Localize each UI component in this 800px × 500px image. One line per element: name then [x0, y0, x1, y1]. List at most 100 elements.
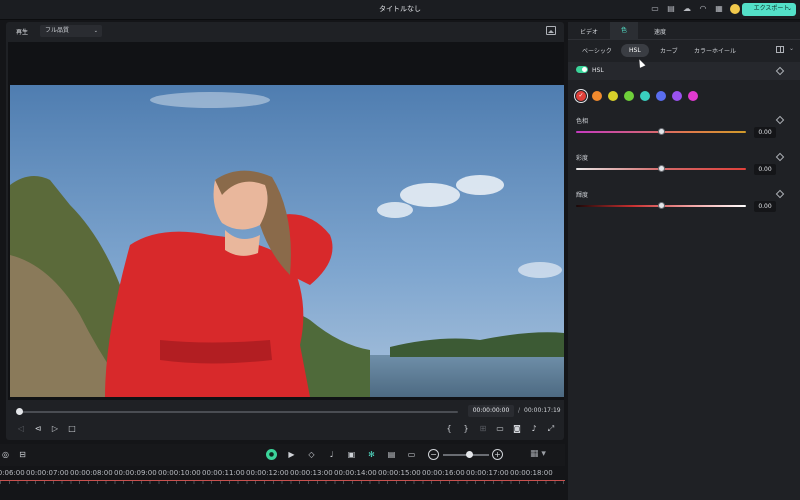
video-viewer	[8, 42, 564, 400]
luminance-value-field[interactable]: 0.00	[754, 201, 776, 212]
color-swatch[interactable]	[608, 91, 618, 101]
title-bar: タイトルなし ▭ ▤ ☁ ◠ ▦ エクスポート ⌄	[0, 0, 800, 20]
scrub-track[interactable]	[18, 411, 458, 413]
timecode-total: 00:00:17:19	[524, 407, 561, 414]
color-swatch[interactable]	[688, 91, 698, 101]
volume-icon[interactable]: ♪	[529, 424, 539, 434]
timecode-current: 00:00:00:00	[468, 405, 514, 417]
saturation-slider-handle[interactable]	[657, 165, 665, 172]
ruler-tick-label: 00:00:15:00	[378, 469, 421, 477]
effects-icon[interactable]: ✻	[366, 449, 377, 460]
inspector-tabs: ビデオ 色 速度	[568, 22, 800, 40]
export-button-label: エクスポート	[753, 6, 790, 12]
fullscreen-icon[interactable]: ⤢	[546, 424, 556, 434]
subtab-curves[interactable]: カーブ	[660, 46, 678, 55]
chevron-down-icon: ⌄	[786, 6, 792, 12]
ruler-tick-label: 00:00:17:00	[466, 469, 509, 477]
ruler-tick-label: 00:00:07:00	[26, 469, 69, 477]
monitor-icon[interactable]: ▭	[650, 4, 660, 14]
hue-value-field[interactable]: 0.00	[754, 127, 776, 138]
timeline-ruler[interactable]: 00:00:06:0000:00:07:0000:00:08:0000:00:0…	[0, 466, 565, 500]
timecode-separator: /	[518, 407, 521, 414]
ruler-tick-label: 00:00:11:00	[202, 469, 245, 477]
keyframe-diamond-icon[interactable]	[775, 189, 785, 199]
tab-video[interactable]: ビデオ	[580, 27, 598, 36]
inspector-panel: ビデオ 色 速度 ベーシック HSL カーブ カラーホイール ⌄ HSL ✓ 色…	[568, 22, 800, 500]
ruler-tick-label: 00:00:09:00	[114, 469, 157, 477]
play-icon[interactable]: ▷	[50, 424, 60, 434]
ruler-tick-label: 00:00:10:00	[158, 469, 201, 477]
ruler-tick-label: 00:00:08:00	[70, 469, 113, 477]
apps-icon[interactable]: ▦	[714, 4, 724, 14]
video-frame-image	[10, 85, 564, 397]
keyframe-diamond-icon[interactable]	[775, 115, 785, 125]
compare-icon[interactable]	[776, 46, 784, 53]
keyframe-diamond-icon[interactable]	[775, 152, 785, 162]
export-button[interactable]: エクスポート ⌄	[742, 3, 796, 16]
play-circle-icon[interactable]: ▶	[286, 449, 297, 460]
insert-icon[interactable]: ⊞	[478, 424, 488, 434]
color-swatch[interactable]	[624, 91, 634, 101]
display-icon[interactable]: ▭	[495, 424, 505, 434]
step-back-icon[interactable]: ⊲	[33, 424, 43, 434]
color-swatch[interactable]	[672, 91, 682, 101]
timeline-tools: ● ▶ ◇ ♩ ▣ ✻ ▤ ▭	[266, 449, 417, 460]
split-view-icon[interactable]: ⊟	[17, 449, 28, 460]
shield-icon[interactable]: ◇	[306, 449, 317, 460]
preview-player: 再生 フル品質 ⌄ 00:00:00:00 / 00:00:17:19 ◁ ⊲ …	[6, 22, 564, 440]
hsl-toggle[interactable]	[576, 66, 588, 73]
ruler-tick-label: 00:00:06:00	[0, 469, 25, 477]
player-controls: 00:00:00:00 / 00:00:17:19 ◁ ⊲ ▷ □ { } ⊞ …	[6, 402, 564, 440]
saturation-label: 彩度	[576, 155, 589, 162]
zoom-out-button[interactable]: −	[428, 449, 439, 460]
video-frame	[10, 85, 564, 397]
color-swatch[interactable]	[592, 91, 602, 101]
ruler-tick-label: 00:00:13:00	[290, 469, 333, 477]
saturation-value-field[interactable]: 0.00	[754, 164, 776, 175]
hsl-section-title: HSL	[592, 67, 604, 74]
luminance-slider-handle[interactable]	[657, 202, 665, 209]
color-swatches: ✓	[576, 91, 698, 101]
keyframe-diamond-icon[interactable]	[775, 66, 785, 76]
toolbar-icons: ▭ ▤ ☁ ◠ ▦	[650, 4, 740, 14]
ruler-tick-label: 00:00:14:00	[334, 469, 377, 477]
subtab-basic[interactable]: ベーシック	[582, 46, 612, 55]
stop-icon[interactable]: □	[67, 424, 77, 434]
app-window: タイトルなし ▭ ▤ ☁ ◠ ▦ エクスポート ⌄ 再生 フル品質 ⌄ 00:0…	[0, 0, 800, 500]
tab-speed[interactable]: 速度	[654, 27, 666, 36]
media-icon[interactable]: ▤	[386, 449, 397, 460]
mark-out-icon[interactable]: }	[461, 424, 471, 434]
avatar[interactable]	[730, 4, 740, 14]
scrub-handle[interactable]	[16, 408, 23, 415]
playhead-line	[0, 480, 565, 481]
caption-icon[interactable]: ▭	[406, 449, 417, 460]
check-icon: ✓	[578, 92, 584, 99]
ai-badge-icon[interactable]: ●	[266, 449, 277, 460]
zoom-slider-handle[interactable]	[466, 451, 473, 458]
subtab-color-wheel[interactable]: カラーホイール	[694, 46, 736, 55]
headset-icon[interactable]: ◠	[698, 4, 708, 14]
save-icon[interactable]: ▤	[666, 4, 676, 14]
color-swatch[interactable]	[656, 91, 666, 101]
sticker-icon[interactable]: ▣	[346, 449, 357, 460]
chevron-down-icon[interactable]: ⌄	[789, 45, 794, 52]
color-swatch[interactable]	[640, 91, 650, 101]
snapshot-image-icon[interactable]	[546, 26, 556, 35]
record-icon[interactable]: ◎	[0, 449, 11, 460]
grid-icon[interactable]: ▦ ▾	[530, 449, 546, 459]
zoom-in-button[interactable]: +	[492, 449, 503, 460]
hue-label: 色相	[576, 118, 589, 125]
color-subtabs: ベーシック HSL カーブ カラーホイール ⌄	[568, 41, 800, 61]
microphone-icon[interactable]: ♩	[326, 449, 337, 460]
cloud-icon[interactable]: ☁	[682, 4, 692, 14]
tab-color[interactable]: 色	[610, 22, 638, 40]
quality-select[interactable]: フル品質 ⌄	[40, 25, 102, 37]
color-swatch[interactable]: ✓	[576, 91, 586, 101]
timeline-left-tools: ◎ ⊟	[0, 449, 28, 460]
mark-in-icon[interactable]: {	[444, 424, 454, 434]
subtab-hsl[interactable]: HSL	[621, 44, 649, 57]
player-header: 再生 フル品質 ⌄	[6, 22, 564, 40]
previous-frame-icon[interactable]: ◁	[16, 424, 26, 434]
camera-icon[interactable]: ◙	[512, 424, 522, 434]
hue-slider-handle[interactable]	[657, 128, 665, 135]
